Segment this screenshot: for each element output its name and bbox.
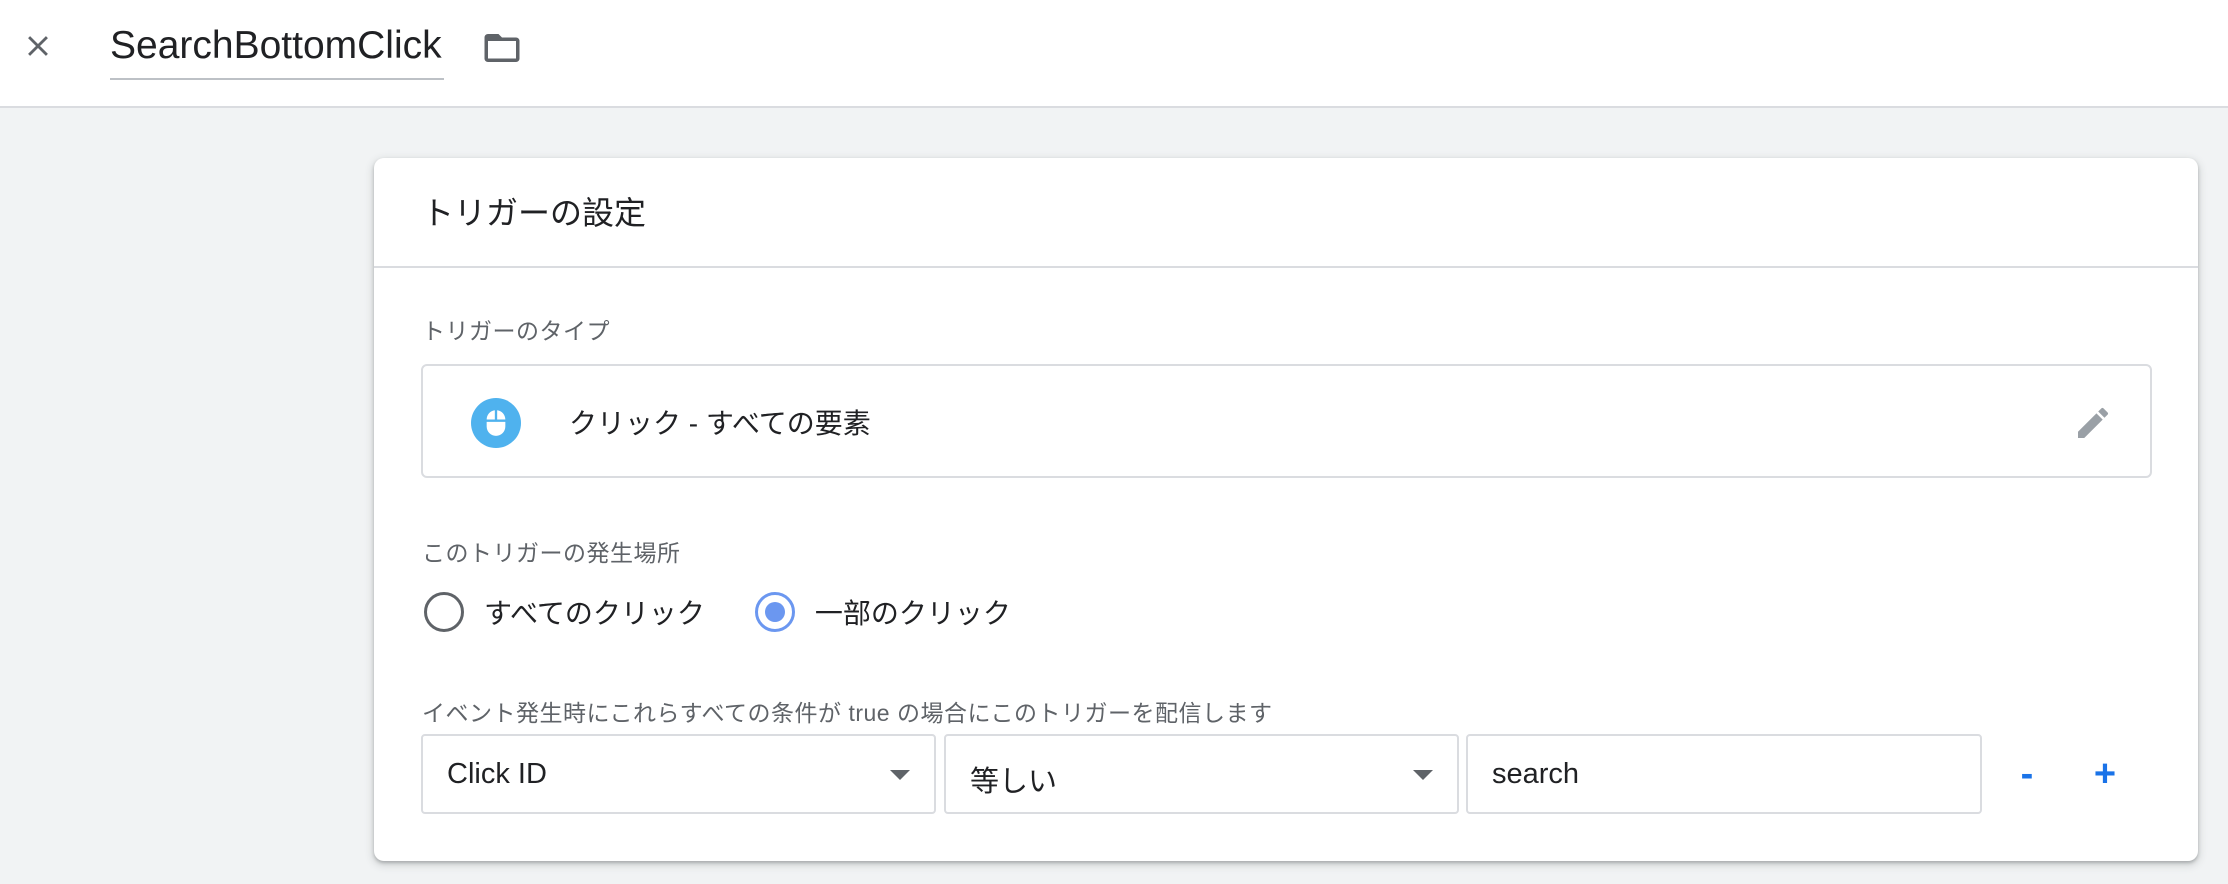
mouse-icon xyxy=(471,398,521,448)
firing-radio-group: すべてのクリック 一部のクリック xyxy=(424,588,1061,636)
radio-some-clicks[interactable]: 一部のクリック xyxy=(754,592,1011,632)
conditions-label: イベント発生時にこれらすべての条件が true の場合にこのトリガーを配信します xyxy=(422,700,1273,726)
variable-select-value: Click ID xyxy=(447,758,547,790)
radio-all-clicks-label: すべてのクリック xyxy=(484,598,705,629)
top-bar: SearchBottomClick xyxy=(0,0,2228,108)
trigger-type-selector[interactable]: クリック - すべての要素 xyxy=(421,364,2152,478)
card-header: トリガーの設定 xyxy=(374,158,2198,268)
dropdown-arrow-icon xyxy=(1413,770,1433,780)
trigger-type-label: トリガーのタイプ xyxy=(422,318,610,344)
trigger-name-field[interactable]: SearchBottomClick xyxy=(110,18,444,80)
folder-icon xyxy=(484,34,520,62)
operator-select[interactable]: 等しい xyxy=(944,734,1459,814)
edit-button[interactable] xyxy=(2070,400,2116,446)
card-title: トリガーの設定 xyxy=(422,195,647,231)
close-icon xyxy=(28,36,48,56)
radio-some-clicks-label: 一部のクリック xyxy=(814,598,1011,629)
variable-select[interactable]: Click ID xyxy=(421,734,936,814)
trigger-config-card: トリガーの設定 トリガーのタイプ クリック - すべての要素 このトリガーの発生… xyxy=(374,158,2198,861)
radio-some-clicks-circle[interactable] xyxy=(754,592,795,632)
condition-value-input[interactable] xyxy=(1466,734,1982,814)
remove-condition-button[interactable]: - xyxy=(2003,750,2051,798)
firing-location-label: このトリガーの発生場所 xyxy=(422,540,681,566)
add-condition-button[interactable]: + xyxy=(2081,750,2129,798)
condition-row: Click ID 等しい - + xyxy=(421,734,2201,814)
radio-all-clicks[interactable]: すべてのクリック xyxy=(424,592,705,632)
pencil-icon xyxy=(2078,407,2109,438)
radio-all-clicks-circle[interactable] xyxy=(424,592,464,632)
folder-button[interactable] xyxy=(478,24,526,72)
dropdown-arrow-icon xyxy=(890,770,910,780)
operator-select-value: 等しい xyxy=(970,766,1058,798)
trigger-type-name: クリック - すべての要素 xyxy=(569,408,871,439)
close-button[interactable] xyxy=(14,22,62,70)
